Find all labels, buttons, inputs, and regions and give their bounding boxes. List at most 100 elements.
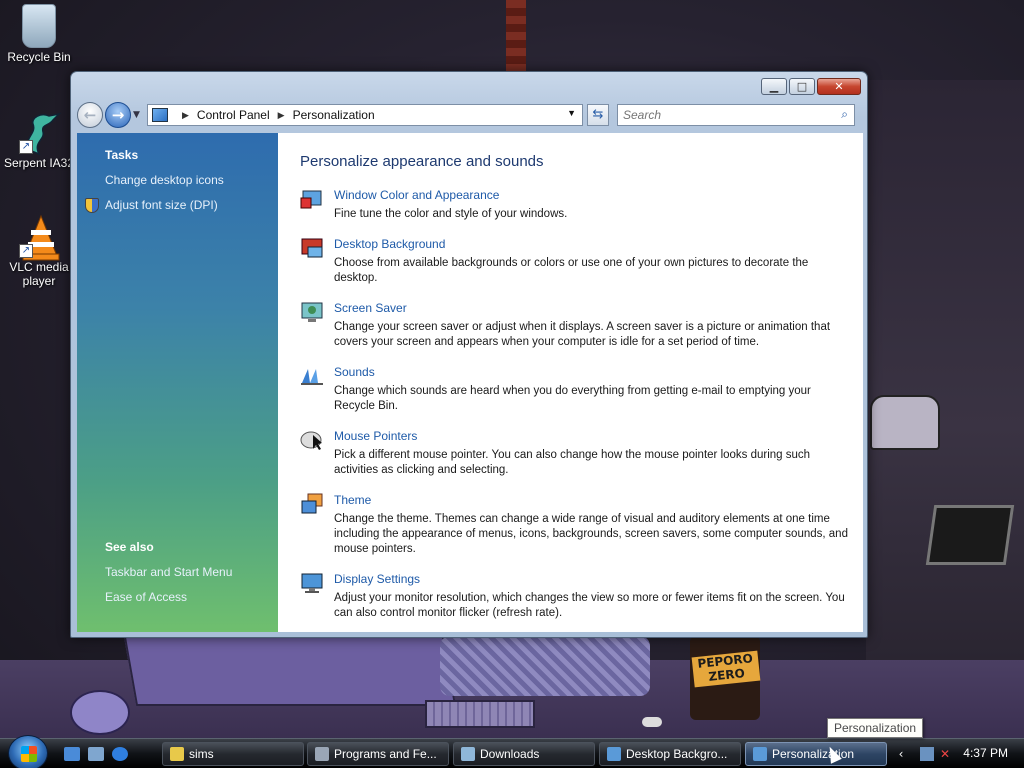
maximize-button[interactable]: □	[789, 78, 815, 95]
task-pane: Tasks Change desktop icons Adjust font s…	[77, 133, 278, 632]
minimize-icon: ▁	[769, 80, 779, 93]
item-title[interactable]: Theme	[334, 493, 371, 507]
breadcrumb-separator-icon[interactable]: ▶	[278, 110, 285, 121]
taskbar-button-label: Downloads	[480, 747, 540, 761]
item-title[interactable]: Window Color and Appearance	[334, 188, 499, 202]
taskbar-button-sims[interactable]: sims	[162, 742, 304, 766]
breadcrumb-control-panel[interactable]: Control Panel	[197, 108, 270, 122]
switch-windows-icon[interactable]	[88, 747, 104, 761]
address-dropdown-icon[interactable]: ▼	[567, 108, 576, 118]
item-title[interactable]: Mouse Pointers	[334, 429, 417, 443]
search-box[interactable]: ⌕	[617, 104, 855, 126]
personalization-window: ▁ □ ✕ ← → ▼ ▶ Control Panel ▶ Personaliz…	[70, 71, 868, 638]
refresh-icon: ⇆	[592, 107, 604, 122]
desktop-wallpaper-cup	[70, 690, 130, 735]
search-icon[interactable]: ⌕	[841, 107, 848, 122]
chevron-left-icon[interactable]: ‹	[894, 747, 908, 761]
item-description: Choose from available backgrounds or col…	[334, 257, 809, 284]
item-description: Change which sounds are heard when you d…	[334, 385, 811, 412]
desktop-wallpaper-machine	[870, 395, 940, 450]
show-desktop-icon[interactable]	[64, 747, 80, 761]
taskbar-button-personalization[interactable]: Personalization	[745, 742, 887, 766]
item-title[interactable]: Sounds	[334, 365, 375, 379]
notification-area: ‹ ✕ 4:37 PM	[894, 739, 1024, 768]
navigation-bar: ← → ▼ ▶ Control Panel ▶ Personalization …	[77, 101, 861, 129]
see-also-ease-of-access[interactable]: Ease of Access	[105, 590, 187, 604]
desktop-icon-label: Recycle Bin	[7, 50, 71, 64]
folder-icon	[170, 747, 184, 761]
search-input[interactable]	[618, 105, 828, 125]
network-icon[interactable]	[920, 747, 934, 761]
desktop-icon-serpent[interactable]: ↗ Serpent IA32	[1, 110, 77, 170]
control-panel-icon	[152, 108, 168, 122]
breadcrumb-separator-icon[interactable]: ▶	[182, 110, 189, 121]
maximize-icon: □	[796, 80, 808, 93]
taskbar-button-desktop-background[interactable]: Desktop Backgro...	[599, 742, 741, 766]
desktop-icon-label: Serpent IA32	[3, 156, 75, 170]
item-title[interactable]: Desktop Background	[334, 237, 445, 251]
forward-arrow-icon: →	[111, 106, 125, 124]
control-panel-icon	[315, 747, 329, 761]
vlc-icon: ↗	[19, 214, 60, 261]
desktop-wallpaper-keyboard	[425, 700, 535, 728]
desktop-icon-vlc[interactable]: ↗ VLC media player	[1, 214, 77, 288]
downloads-folder-icon	[461, 747, 475, 761]
content-pane: Personalize appearance and sounds Window…	[278, 133, 863, 632]
taskbar-button-label: Programs and Fe...	[334, 747, 437, 761]
taskbar-button-programs[interactable]: Programs and Fe...	[307, 742, 449, 766]
taskbar-button-downloads[interactable]: Downloads	[453, 742, 595, 766]
close-icon: ✕	[834, 80, 844, 93]
screen-saver-icon	[301, 302, 323, 322]
uac-shield-icon	[85, 198, 99, 213]
recent-pages-dropdown[interactable]: ▼	[133, 110, 143, 120]
item-description: Change the theme. Themes can change a wi…	[334, 513, 848, 555]
desktop-wallpaper-wall	[866, 80, 1024, 660]
task-adjust-font-size[interactable]: Adjust font size (DPI)	[105, 198, 218, 212]
item-title[interactable]: Display Settings	[334, 572, 420, 586]
item-description: Pick a different mouse pointer. You can …	[334, 449, 811, 476]
close-button[interactable]: ✕	[817, 78, 861, 95]
internet-explorer-icon[interactable]	[112, 747, 128, 761]
item-description: Change your screen saver or adjust when …	[334, 321, 831, 348]
see-also-taskbar[interactable]: Taskbar and Start Menu	[105, 565, 232, 579]
window-controls: ▁ □ ✕	[761, 78, 861, 95]
taskbar: sims Programs and Fe... Downloads Deskto…	[0, 735, 1024, 768]
shortcut-arrow-icon: ↗	[19, 244, 33, 258]
volume-muted-icon[interactable]: ✕	[938, 747, 952, 761]
taskbar-button-label: Desktop Backgro...	[626, 747, 728, 761]
mouse-pointers-icon	[300, 431, 322, 450]
item-description: Adjust your monitor resolution, which ch…	[334, 592, 845, 619]
back-button[interactable]: ←	[77, 102, 103, 128]
back-arrow-icon: ←	[83, 106, 97, 124]
item-title[interactable]: Screen Saver	[334, 301, 407, 315]
task-change-desktop-icons[interactable]: Change desktop icons	[105, 173, 224, 187]
desktop-icon-recycle-bin[interactable]: Recycle Bin	[1, 4, 77, 64]
sounds-icon	[301, 369, 323, 385]
taskbar-button-label: sims	[189, 747, 214, 761]
taskbar-tooltip: Personalization	[827, 718, 924, 738]
page-title: Personalize appearance and sounds	[300, 153, 544, 170]
theme-icon	[301, 493, 323, 514]
item-description: Fine tune the color and style of your wi…	[334, 208, 568, 220]
desktop-wallpaper-pole	[506, 0, 526, 72]
clock[interactable]: 4:37 PM	[963, 746, 1008, 760]
desktop-background-icon	[301, 238, 323, 258]
taskbar-button-label: Personalization	[772, 747, 855, 761]
serpent-icon: ↗	[19, 110, 62, 156]
start-button[interactable]	[8, 735, 48, 768]
window-color-icon	[300, 190, 322, 209]
display-settings-icon	[301, 573, 323, 593]
recycle-bin-icon	[22, 4, 56, 48]
monitor-icon	[607, 747, 621, 761]
windows-logo-icon	[21, 746, 37, 762]
address-bar[interactable]: ▶ Control Panel ▶ Personalization ▼	[147, 104, 583, 126]
desktop-icon-label: VLC media player	[9, 260, 69, 288]
shortcut-arrow-icon: ↗	[19, 140, 33, 154]
breadcrumb-personalization[interactable]: Personalization	[293, 108, 375, 122]
desktop-wallpaper-pill	[642, 717, 662, 727]
desktop-wallpaper-laptop	[123, 636, 457, 706]
minimize-button[interactable]: ▁	[761, 78, 787, 95]
forward-button[interactable]: →	[105, 102, 131, 128]
refresh-button[interactable]: ⇆	[587, 104, 609, 126]
see-also-heading: See also	[105, 540, 154, 554]
